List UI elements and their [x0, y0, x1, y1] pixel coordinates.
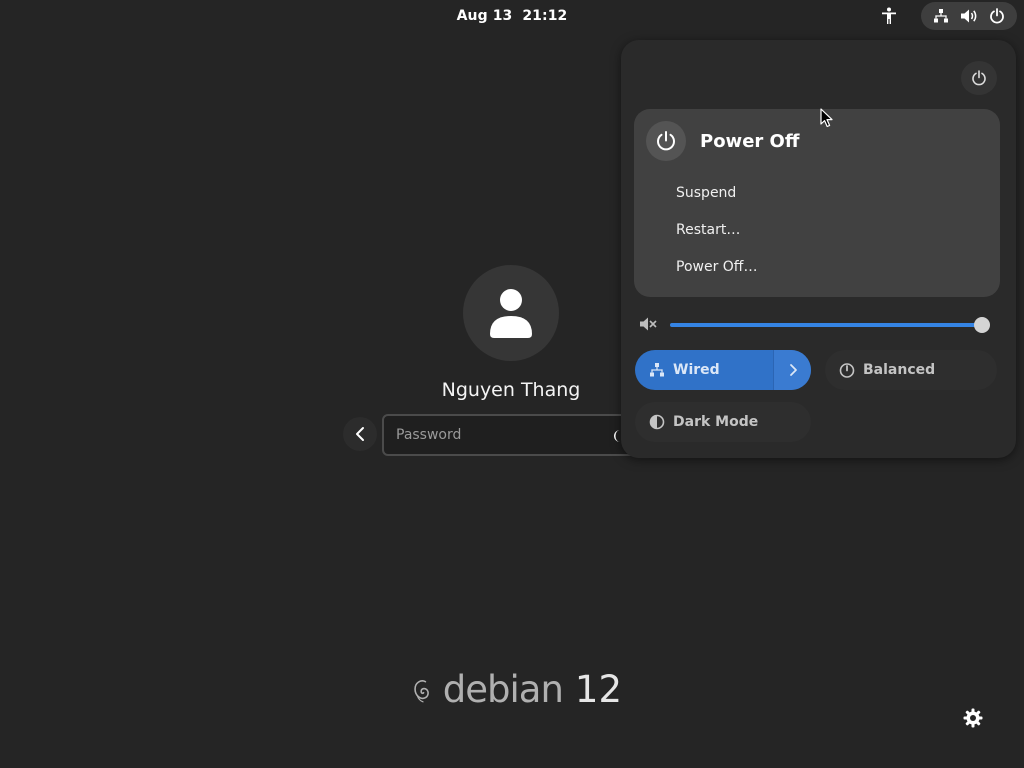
debian-swirl-icon — [414, 680, 429, 703]
wired-expand-button[interactable] — [773, 350, 811, 390]
menu-item-power-off[interactable]: Power Off… — [642, 251, 992, 283]
logo-version: 12 — [574, 667, 622, 711]
power-icon — [985, 4, 1009, 28]
volume-slider-fill — [670, 323, 982, 327]
quick-settings-panel: Power Off Suspend Restart… Power Off… Wi… — [621, 40, 1016, 458]
password-field[interactable] — [382, 414, 642, 456]
balanced-label: Balanced — [863, 362, 936, 378]
mouse-pointer-icon — [820, 108, 834, 132]
menu-item-restart[interactable]: Restart… — [642, 214, 992, 246]
network-wired-icon — [650, 363, 664, 377]
power-menu-title: Power Off — [700, 130, 800, 152]
gear-icon[interactable] — [958, 703, 988, 733]
volume-icon — [957, 4, 981, 28]
back-button[interactable] — [343, 417, 377, 451]
volume-row — [639, 314, 997, 336]
accessibility-icon[interactable] — [877, 5, 901, 27]
power-profile-toggle[interactable]: Balanced — [825, 350, 997, 390]
dark-mode-label: Dark Mode — [673, 414, 759, 430]
volume-slider[interactable] — [670, 317, 990, 333]
chevron-right-icon — [789, 364, 797, 376]
avatar — [463, 265, 559, 361]
panel-power-button[interactable] — [961, 61, 997, 95]
wired-toggle-main[interactable]: Wired — [635, 350, 773, 390]
chevron-left-icon — [356, 427, 364, 441]
power-off-menu: Power Off Suspend Restart… Power Off… — [634, 109, 1000, 297]
network-wired-icon — [929, 4, 953, 28]
dark-mode-toggle[interactable]: Dark Mode — [635, 402, 811, 442]
logo-word: debian — [442, 667, 564, 711]
wired-label: Wired — [673, 362, 720, 378]
clock-date: Aug 13 — [456, 8, 513, 24]
username-label: Nguyen Thang — [441, 379, 581, 401]
power-profile-gauge-icon — [839, 363, 855, 378]
clock-time: 21:12 — [522, 8, 568, 24]
power-icon — [646, 121, 686, 161]
user-icon — [490, 289, 532, 338]
power-icon — [972, 70, 986, 86]
wired-toggle[interactable]: Wired — [635, 350, 811, 390]
volume-muted-icon[interactable] — [639, 316, 657, 336]
power-menu-header: Power Off — [646, 121, 799, 161]
clock[interactable]: Aug 13 21:12 — [440, 6, 584, 26]
password-input[interactable] — [394, 426, 594, 444]
dark-mode-icon — [649, 414, 665, 430]
system-tray[interactable] — [921, 2, 1017, 30]
menu-item-suspend[interactable]: Suspend — [642, 177, 992, 209]
debian-logo: debian 12 — [412, 664, 622, 714]
volume-slider-knob[interactable] — [974, 317, 990, 333]
